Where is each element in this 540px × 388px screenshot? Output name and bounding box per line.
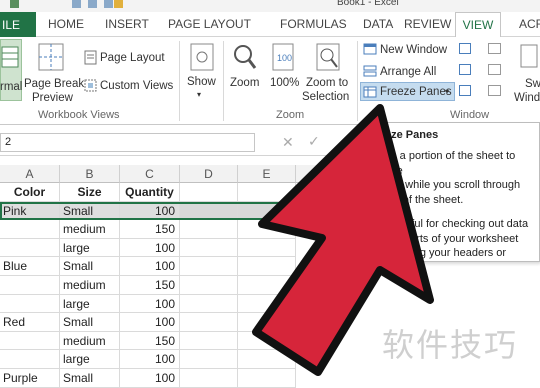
watermark: 软件技巧 (382, 326, 519, 364)
